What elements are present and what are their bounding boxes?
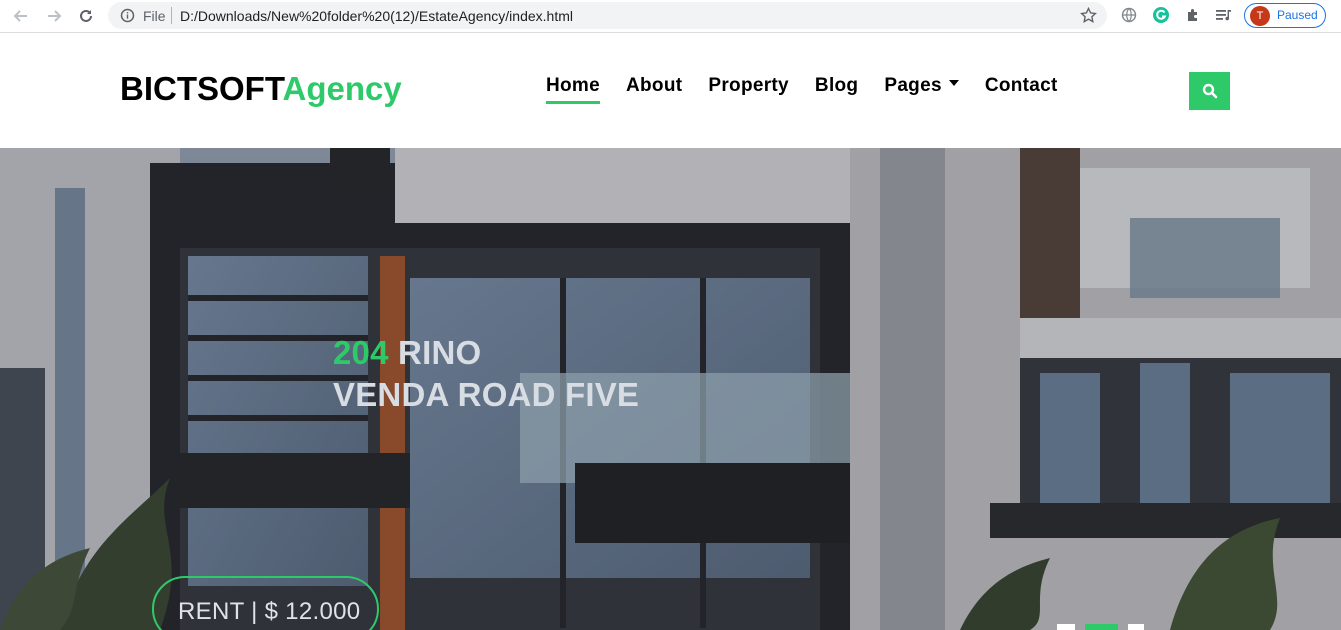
profile-status: Paused [1277, 8, 1318, 22]
hero-title: 204 RINO VENDA ROAD FIVE [333, 332, 639, 416]
nav-property[interactable]: Property [708, 75, 789, 97]
scheme-label: File [143, 8, 166, 24]
rent-price-button[interactable]: RENT | $ 12.000 [152, 576, 379, 630]
star-icon[interactable] [1080, 6, 1097, 24]
search-icon [1202, 83, 1217, 99]
back-icon[interactable] [9, 4, 33, 28]
hero-carousel: 204 RINO VENDA ROAD FIVE RENT | $ 12.000 [0, 148, 1341, 630]
hero-background-image [0, 148, 1341, 630]
reload-icon[interactable] [74, 4, 98, 28]
hero-title-number: 204 [333, 334, 389, 371]
nav-about[interactable]: About [626, 75, 682, 97]
extensions-icon[interactable] [1183, 5, 1203, 25]
address-bar[interactable]: File D:/Downloads/New%20folder%20(12)/Es… [108, 2, 1107, 29]
info-icon[interactable] [120, 8, 135, 23]
hero-title-line1: RINO [388, 334, 482, 371]
reading-list-icon[interactable] [1214, 5, 1234, 25]
caret-down-icon [948, 79, 959, 86]
brand-logo[interactable]: BICTSOFTAgency [120, 70, 402, 108]
avatar: T [1250, 6, 1270, 26]
browser-toolbar: File D:/Downloads/New%20folder%20(12)/Es… [0, 0, 1341, 33]
grammarly-icon[interactable] [1151, 5, 1171, 25]
url-text[interactable]: D:/Downloads/New%20folder%20(12)/EstateA… [180, 8, 573, 24]
search-button[interactable] [1189, 72, 1230, 110]
globe-icon[interactable] [1119, 5, 1139, 25]
divider [171, 7, 172, 24]
forward-icon[interactable] [42, 4, 66, 28]
main-nav: Home About Property Blog Pages Contact [546, 75, 1084, 104]
nav-pages-dropdown[interactable]: Pages [884, 75, 959, 97]
carousel-dot-2-active[interactable] [1085, 624, 1118, 630]
brand-primary: BICTSOFT [120, 70, 283, 107]
hero-title-line2: VENDA ROAD FIVE [333, 376, 640, 413]
carousel-dot-1[interactable] [1057, 624, 1075, 630]
brand-accent: Agency [282, 70, 402, 107]
nav-pages-label: Pages [884, 75, 942, 96]
carousel-dot-3[interactable] [1128, 624, 1144, 630]
site-header: BICTSOFTAgency Home About Property Blog … [0, 34, 1341, 148]
nav-contact[interactable]: Contact [985, 75, 1058, 97]
nav-blog[interactable]: Blog [815, 75, 858, 97]
rent-price-label: RENT | $ 12.000 [178, 598, 361, 625]
nav-home[interactable]: Home [546, 75, 600, 104]
profile-button[interactable]: T Paused [1244, 3, 1326, 28]
